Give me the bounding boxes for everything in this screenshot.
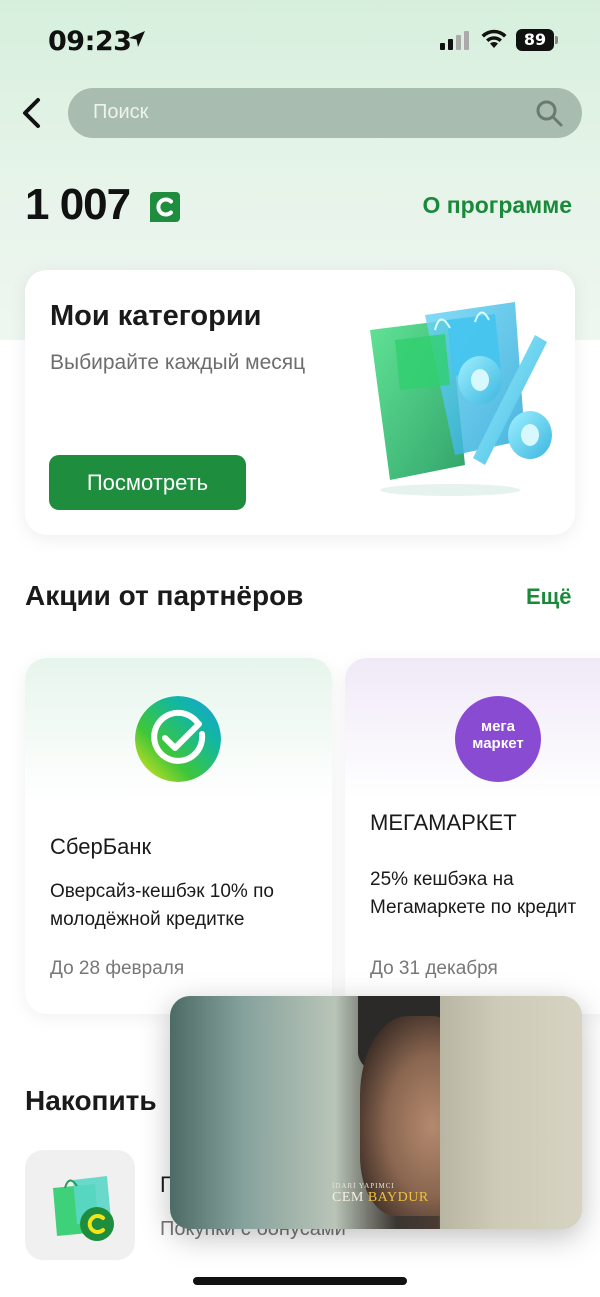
- partners-more-link[interactable]: Ещё: [526, 584, 571, 610]
- partners-section-title: Акции от партнёров: [25, 580, 304, 611]
- partner-card-sberbank[interactable]: СберБанк Оверсайз-кешбэк 10% по молодёжн…: [25, 658, 332, 1014]
- shopping-bag-coin-icon: [53, 1176, 114, 1241]
- view-categories-button[interactable]: Посмотреть: [49, 455, 246, 510]
- video-credit-name: CEM BAYDUR: [332, 1190, 429, 1206]
- wifi-icon: [481, 29, 507, 48]
- logo-text-line: маркет: [472, 735, 524, 752]
- status-bar: 09:23 89: [0, 0, 600, 80]
- partner-deadline: До 31 декабря: [370, 958, 498, 979]
- cellular-signal-icon: [440, 31, 469, 50]
- sberbank-logo-icon: [135, 696, 221, 782]
- accumulate-item-thumbnail[interactable]: [25, 1150, 135, 1260]
- partner-description-line: 25% кешбэка на: [370, 869, 514, 890]
- megamarket-logo: мега маркет: [455, 696, 541, 782]
- battery-tip: [555, 36, 558, 44]
- bonus-balance: 1 007: [25, 180, 131, 229]
- search-input[interactable]: Поиск: [93, 101, 148, 124]
- logo-text-line: мега: [480, 718, 516, 735]
- categories-subtitle: Выбирайте каждый месяц: [50, 351, 306, 374]
- accumulate-section-title: Накопить: [25, 1085, 157, 1116]
- partner-name: СберБанк: [50, 834, 152, 859]
- back-arrow-icon[interactable]: [18, 96, 48, 130]
- partner-card-megamarket[interactable]: мега маркет МЕГАМАРКЕТ 25% кешбэка на Ме…: [345, 658, 600, 1014]
- partner-description-line: Мегамаркете по кредит: [370, 897, 577, 918]
- battery-indicator: 89: [516, 29, 554, 51]
- search-icon[interactable]: [534, 98, 564, 128]
- partner-description-line: Оверсайз-кешбэк 10% по: [50, 881, 274, 902]
- partner-deadline: До 28 февраля: [50, 958, 185, 979]
- video-frame-wall: [440, 996, 582, 1229]
- home-indicator[interactable]: [193, 1277, 407, 1285]
- partner-description: Оверсайз-кешбэк 10% по молодёжной кредит…: [50, 878, 274, 934]
- status-time: 09:23: [48, 26, 132, 57]
- megamarket-logo-text: мега маркет: [455, 718, 541, 752]
- partner-description-line: молодёжной кредитке: [50, 909, 245, 930]
- percent-bags-illustration: [370, 302, 552, 496]
- video-credit-role: İDARİ YAPIMCI: [332, 1182, 395, 1190]
- video-credit-name-last: BAYDUR: [367, 1190, 429, 1205]
- video-credit-name-first: CEM: [332, 1190, 368, 1205]
- partner-name: МЕГАМАРКЕТ: [370, 810, 517, 835]
- categories-title: Мои категории: [50, 300, 262, 332]
- location-arrow-icon: [129, 31, 145, 47]
- about-program-link[interactable]: О программе: [422, 192, 572, 219]
- partner-description: 25% кешбэка на Мегамаркете по кредит: [370, 866, 576, 922]
- my-categories-card[interactable]: Мои категории Выбирайте каждый месяц Пос…: [25, 270, 575, 535]
- sberspasibo-coin-icon: [150, 192, 180, 222]
- search-field[interactable]: Поиск: [68, 88, 582, 138]
- pip-video-player[interactable]: İDARİ YAPIMCI CEM BAYDUR: [170, 996, 582, 1229]
